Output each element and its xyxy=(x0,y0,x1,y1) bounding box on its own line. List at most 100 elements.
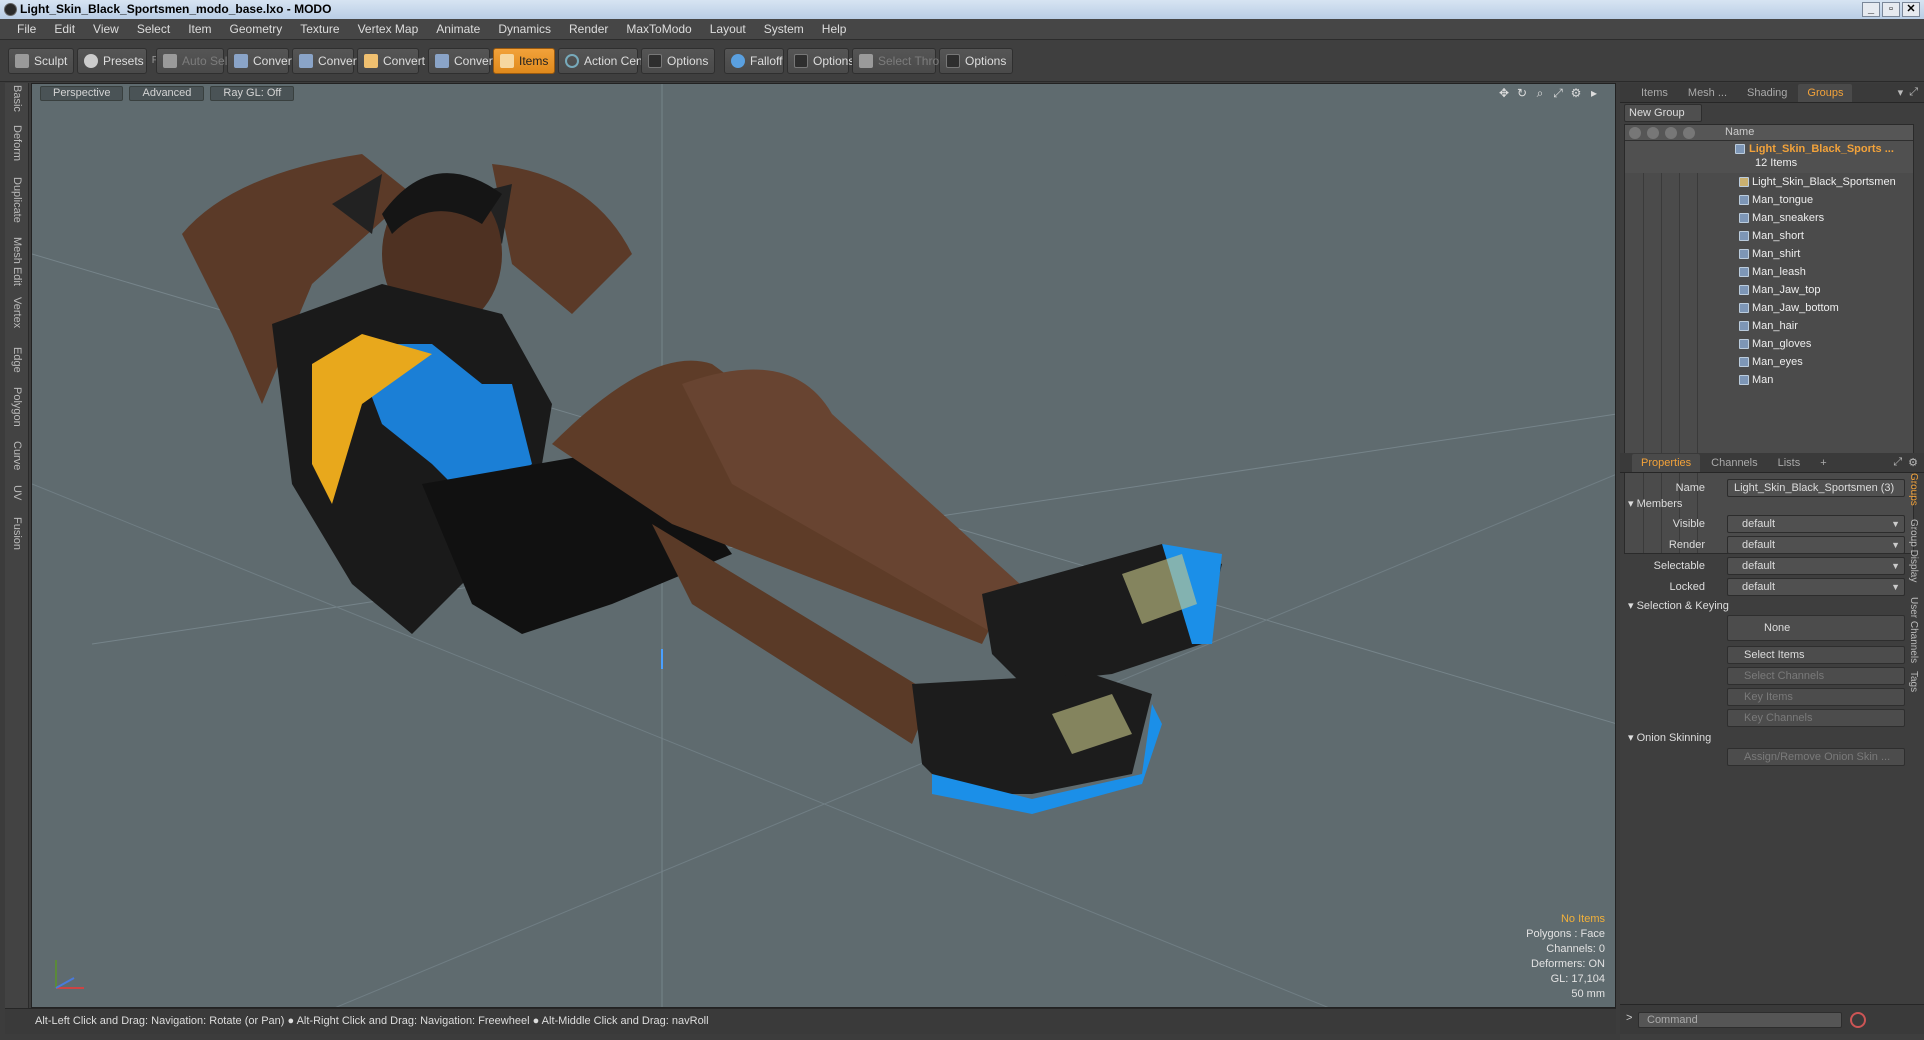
tree-item[interactable]: Man_shirt xyxy=(1625,245,1913,263)
onion-skinning-section[interactable]: ▾ Onion Skinning xyxy=(1628,731,1711,744)
side-tab-tags[interactable]: Tags xyxy=(1906,671,1920,692)
menu-layout[interactable]: Layout xyxy=(701,22,755,36)
tab-groups[interactable]: Groups xyxy=(1798,83,1853,102)
action-center-options-button[interactable]: Options xyxy=(641,47,715,74)
tree-item[interactable]: Man_leash xyxy=(1625,263,1913,281)
menu-vertex-map[interactable]: Vertex Map xyxy=(349,22,428,36)
menu-geometry[interactable]: Geometry xyxy=(221,22,292,36)
tab-lists[interactable]: Lists xyxy=(1769,454,1810,472)
select-icon[interactable] xyxy=(1683,127,1695,139)
menu-item[interactable]: Item xyxy=(179,22,220,36)
tree-item[interactable]: Man_gloves xyxy=(1625,335,1913,353)
rotate-icon[interactable]: ↻ xyxy=(1515,86,1529,100)
menu-maxtomodo[interactable]: MaxToModo xyxy=(617,22,700,36)
menu-render[interactable]: Render xyxy=(560,22,617,36)
side-tab-user-channels[interactable]: User Channels xyxy=(1906,597,1920,663)
lock-icon[interactable] xyxy=(1665,127,1677,139)
key-channels-button[interactable]: Key Channels xyxy=(1727,709,1905,727)
tab-basic[interactable]: Basic xyxy=(5,83,29,112)
close-button[interactable]: ✕ xyxy=(1902,2,1920,17)
tab-polygon[interactable]: Polygon xyxy=(5,385,29,427)
tab-mesh-edit[interactable]: Mesh Edit xyxy=(5,235,29,286)
menu-help[interactable]: Help xyxy=(813,22,856,36)
chevron-down-icon[interactable]: ▾ xyxy=(1898,86,1904,99)
play-arrow-icon[interactable]: ▸ xyxy=(1587,86,1601,100)
members-section[interactable]: ▾ Members xyxy=(1628,497,1682,510)
tab-properties[interactable]: Properties xyxy=(1632,453,1701,472)
expand-icon[interactable]: ⤢ xyxy=(1909,86,1918,99)
name-field[interactable]: Light_Skin_Black_Sportsmen (3) xyxy=(1727,479,1905,497)
tab-duplicate[interactable]: Duplicate xyxy=(5,175,29,223)
selection-keying-section[interactable]: ▾ Selection & Keying xyxy=(1628,599,1729,612)
tab-fusion[interactable]: Fusion xyxy=(5,515,29,550)
eye-icon[interactable] xyxy=(1629,127,1641,139)
key-items-button[interactable]: Key Items xyxy=(1727,688,1905,706)
3d-viewport[interactable]: Perspective Advanced Ray GL: Off ✥ ↻ ⌕ ⤢… xyxy=(31,83,1616,1008)
convert-button-4[interactable]: Convert xyxy=(428,47,496,74)
selection-none-button[interactable]: None xyxy=(1727,615,1905,641)
visible-select[interactable]: default ▼ xyxy=(1727,515,1905,533)
convert-button-2[interactable]: Convert xyxy=(292,47,360,74)
tab-shading[interactable]: Shading xyxy=(1738,84,1796,102)
auto-select-button[interactable]: Auto Select xyxy=(156,47,243,74)
gear-icon[interactable]: ⚙ xyxy=(1908,456,1918,469)
select-through-options-button[interactable]: Options xyxy=(939,47,1013,74)
menu-dynamics[interactable]: Dynamics xyxy=(489,22,560,36)
maximize-icon[interactable]: ⤢ xyxy=(1551,86,1565,100)
tab-edge[interactable]: Edge xyxy=(5,345,29,373)
render-icon[interactable] xyxy=(1647,127,1659,139)
side-tab-groups[interactable]: Groups xyxy=(1906,473,1920,506)
falloff-button[interactable]: Falloff xyxy=(724,47,784,74)
menu-texture[interactable]: Texture xyxy=(291,22,348,36)
tab-vertex[interactable]: Vertex xyxy=(5,295,29,328)
convert-button-3[interactable]: Convert xyxy=(357,47,425,74)
perspective-view-button[interactable]: Perspective xyxy=(40,85,124,101)
advanced-shading-button[interactable]: Advanced xyxy=(129,85,205,101)
gear-icon[interactable]: ⚙ xyxy=(1569,86,1583,100)
menu-animate[interactable]: Animate xyxy=(427,22,489,36)
zoom-icon[interactable]: ⌕ xyxy=(1533,86,1547,100)
group-root-row[interactable]: Light_Skin_Black_Sports ... 12 Items xyxy=(1625,141,1913,173)
pan-icon[interactable]: ✥ xyxy=(1497,86,1511,100)
tab-channels[interactable]: Channels xyxy=(1702,454,1766,472)
tree-item[interactable]: Man_Jaw_top xyxy=(1625,281,1913,299)
presets-button[interactable]: PresetsF6 xyxy=(77,47,163,74)
minimize-button[interactable]: _ xyxy=(1862,2,1880,17)
tree-item[interactable]: Man_hair xyxy=(1625,317,1913,335)
tree-item[interactable]: Man_eyes xyxy=(1625,353,1913,371)
tab-deform[interactable]: Deform xyxy=(5,123,29,161)
tab-curve[interactable]: Curve xyxy=(5,439,29,470)
side-tab-group-display[interactable]: Group Display xyxy=(1906,519,1920,582)
record-icon[interactable] xyxy=(1850,1012,1866,1028)
tree-item[interactable]: Man_sneakers xyxy=(1625,209,1913,227)
select-items-button[interactable]: Select Items xyxy=(1727,646,1905,664)
restore-button[interactable]: ▫ xyxy=(1882,2,1900,17)
select-channels-button[interactable]: Select Channels xyxy=(1727,667,1905,685)
locked-select[interactable]: default ▼ xyxy=(1727,578,1905,596)
selectable-select[interactable]: default ▼ xyxy=(1727,557,1905,575)
tree-item[interactable]: Man xyxy=(1625,371,1913,389)
tab-mesh[interactable]: Mesh ... xyxy=(1679,84,1736,102)
tab-items[interactable]: Items xyxy=(1632,84,1677,102)
menu-select[interactable]: Select xyxy=(128,22,179,36)
tree-item[interactable]: Light_Skin_Black_Sportsmen xyxy=(1625,173,1913,191)
tree-item[interactable]: Man_Jaw_bottom xyxy=(1625,299,1913,317)
expand-icon[interactable]: ⤢ xyxy=(1893,456,1902,469)
tree-item[interactable]: Man_tongue xyxy=(1625,191,1913,209)
render-select[interactable]: default ▼ xyxy=(1727,536,1905,554)
tab-add[interactable]: + xyxy=(1811,454,1835,472)
menu-view[interactable]: View xyxy=(84,22,128,36)
action-center-button[interactable]: Action Center xyxy=(558,47,657,74)
convert-button-1[interactable]: Convert xyxy=(227,47,295,74)
menu-file[interactable]: File xyxy=(8,22,45,36)
select-through-button[interactable]: Select Through xyxy=(852,47,959,74)
new-group-button[interactable]: New Group xyxy=(1624,104,1702,122)
assign-onion-skin-button[interactable]: Assign/Remove Onion Skin ... xyxy=(1727,748,1905,766)
tree-item[interactable]: Man_short xyxy=(1625,227,1913,245)
menu-edit[interactable]: Edit xyxy=(45,22,84,36)
menu-system[interactable]: System xyxy=(755,22,813,36)
raygl-button[interactable]: Ray GL: Off xyxy=(210,85,295,101)
command-input[interactable]: Command xyxy=(1638,1012,1842,1028)
tab-uv[interactable]: UV xyxy=(5,483,29,507)
sculpt-button[interactable]: Sculpt xyxy=(8,47,74,74)
